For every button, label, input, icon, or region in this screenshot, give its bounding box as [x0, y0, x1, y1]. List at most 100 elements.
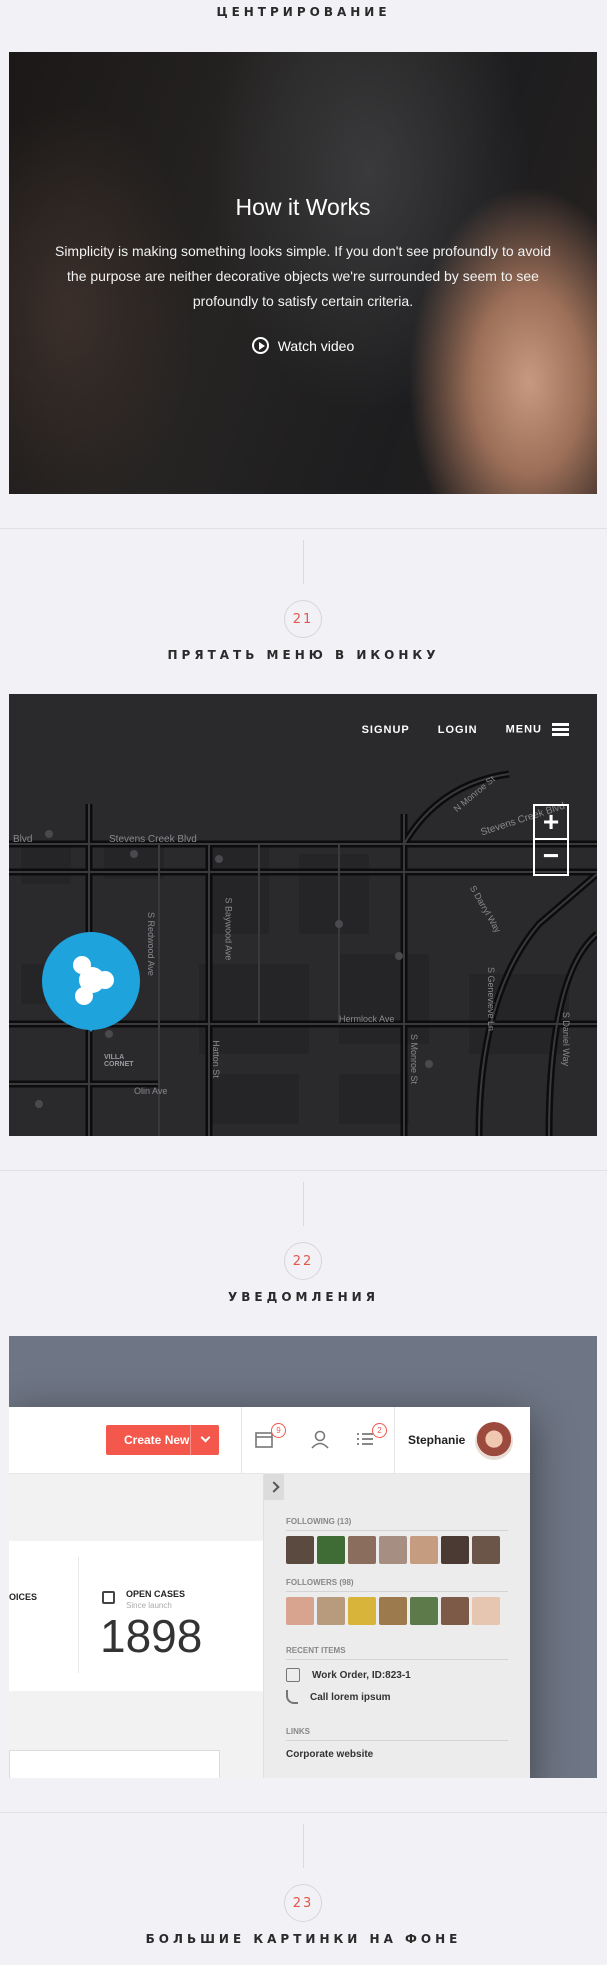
- map-label-monroe-s: S Monroe St: [409, 1033, 420, 1085]
- recent-item-label: Work Order, ID:823-1: [312, 1669, 411, 1681]
- map-label-stevens-creek-left: Stevens Creek Blvd: [109, 834, 197, 845]
- topbar-divider: [394, 1407, 395, 1474]
- connector-line: [303, 1182, 304, 1226]
- location-pin[interactable]: [42, 932, 140, 1032]
- username[interactable]: Stephanie: [408, 1433, 465, 1447]
- profile-button[interactable]: [310, 1429, 334, 1453]
- watch-video-link[interactable]: Watch video: [9, 337, 597, 354]
- section-number-23: 23: [284, 1884, 322, 1922]
- connector-line: [303, 540, 304, 584]
- avatar[interactable]: [472, 1597, 500, 1625]
- avatar[interactable]: [441, 1536, 469, 1564]
- divider: [286, 1591, 508, 1592]
- map-label-blvd: Blvd: [13, 834, 33, 845]
- phone-icon: [286, 1690, 298, 1704]
- topbar-divider: [241, 1407, 242, 1474]
- followers-avatars: [286, 1597, 500, 1625]
- create-new-button[interactable]: Create New: [106, 1425, 219, 1455]
- avatar[interactable]: [410, 1597, 438, 1625]
- links-heading: LINKS: [286, 1727, 310, 1736]
- hero-title: How it Works: [235, 194, 371, 220]
- section-title-hide-menu: ПРЯТАТЬ МЕНЮ В ИКОНКУ: [167, 648, 440, 662]
- divider: [286, 1740, 508, 1741]
- divider: [286, 1530, 508, 1531]
- divider: [0, 1170, 607, 1171]
- play-circle-icon: [251, 337, 269, 354]
- map-label-villa: VILLA CORNET: [104, 1054, 134, 1068]
- stat-divider: [78, 1557, 79, 1673]
- hamburger-icon: [552, 723, 569, 736]
- hero-description: Simplicity is making something looks sim…: [54, 243, 552, 309]
- open-cases-value: 1898: [100, 1610, 203, 1662]
- divider: [0, 528, 607, 529]
- stats-card: OICES OPEN CASES Since launch 1898: [9, 1541, 263, 1691]
- map-label-hatton: Hatton St: [210, 1040, 221, 1078]
- connector-line: [303, 1824, 304, 1868]
- map-roads: [9, 694, 597, 1136]
- avatar[interactable]: [317, 1536, 345, 1564]
- avatar[interactable]: [286, 1597, 314, 1625]
- section-number-21: 21: [284, 600, 322, 638]
- tasks-button[interactable]: 2: [355, 1423, 387, 1453]
- layers-icon: [286, 1668, 300, 1682]
- zoom-out-button[interactable]: −: [535, 840, 567, 874]
- map-label-daniel: S Daniel Way: [561, 1011, 572, 1067]
- tasks-badge: 2: [372, 1423, 387, 1438]
- avatar[interactable]: [410, 1536, 438, 1564]
- recent-item[interactable]: Call lorem ipsum: [286, 1690, 391, 1704]
- open-cases-label: OPEN CASES: [126, 1589, 186, 1599]
- notifications-mockup: Create New 9 2 Stephanie OICES OPEN CASE…: [9, 1336, 597, 1778]
- watch-video-label: Watch video: [277, 337, 355, 354]
- search-input[interactable]: [9, 1750, 220, 1778]
- chevron-down-icon: [200, 1432, 211, 1443]
- avatar[interactable]: [348, 1597, 376, 1625]
- signup-link[interactable]: SIGNUP: [362, 724, 410, 736]
- button-separator: [190, 1425, 191, 1455]
- zoom-control: + −: [533, 804, 569, 876]
- avatar[interactable]: [379, 1536, 407, 1564]
- following-heading: FOLLOWING (13): [286, 1517, 352, 1526]
- map-nav: SIGNUP LOGIN MENU: [362, 723, 569, 736]
- divider: [286, 1659, 508, 1660]
- avatar[interactable]: [441, 1597, 469, 1625]
- avatar[interactable]: [473, 1420, 515, 1462]
- recent-items-heading: RECENT ITEMS: [286, 1646, 346, 1655]
- avatar[interactable]: [286, 1536, 314, 1564]
- map-label-baywood: S Baywood Ave: [223, 897, 234, 961]
- map-label-genevieve: S Genevieve Ln: [486, 966, 497, 1032]
- zoom-in-button[interactable]: +: [535, 806, 567, 840]
- logo-icon: [73, 956, 114, 1005]
- app-topbar: Create New 9 2 Stephanie: [9, 1407, 530, 1474]
- following-avatars: [286, 1536, 500, 1564]
- avatar[interactable]: [317, 1597, 345, 1625]
- avatar[interactable]: [472, 1536, 500, 1564]
- stat-label-invoices: OICES: [9, 1592, 38, 1602]
- menu-label: MENU: [505, 723, 542, 736]
- calendar-badge: 9: [271, 1423, 286, 1438]
- map-view[interactable]: Stevens Creek Blvd Stevens Creek Blvd Bl…: [9, 694, 597, 1136]
- map-label-hermlock: Hermlock Ave: [339, 1014, 395, 1024]
- menu-button[interactable]: MENU: [506, 723, 569, 736]
- login-link[interactable]: LOGIN: [438, 724, 478, 736]
- avatar[interactable]: [348, 1536, 376, 1564]
- section-number-22: 22: [284, 1242, 322, 1280]
- right-panel: FOLLOWING (13) FOLLOWERS (98) RECENT ITE…: [263, 1474, 530, 1778]
- map-label-redwood: S Redwood Ave: [145, 912, 156, 976]
- cases-icon: [102, 1591, 115, 1604]
- calendar-button[interactable]: 9: [254, 1423, 286, 1453]
- link-corporate-website[interactable]: Corporate website: [286, 1749, 373, 1760]
- divider: [0, 1812, 607, 1813]
- user-icon: [311, 1430, 329, 1449]
- crm-app-window: Create New 9 2 Stephanie OICES OPEN CASE…: [9, 1407, 530, 1778]
- followers-heading: FOLLOWERS (98): [286, 1578, 354, 1587]
- section-title-notifications: УВЕДОМЛЕНИЯ: [228, 1290, 379, 1304]
- recent-item-label: Call lorem ipsum: [310, 1691, 391, 1703]
- hero-banner: How it Works Simplicity is making someth…: [9, 52, 597, 494]
- section-title-centering: ЦЕНТРИРОВАНИЕ: [216, 5, 391, 19]
- collapse-panel-button[interactable]: [264, 1474, 284, 1500]
- map-label-olin: Olin Ave: [134, 1086, 168, 1096]
- avatar[interactable]: [379, 1597, 407, 1625]
- section-title-big-images: БОЛЬШИЕ КАРТИНКИ НА ФОНЕ: [145, 1932, 462, 1946]
- create-new-label: Create New: [124, 1433, 190, 1447]
- recent-item[interactable]: Work Order, ID:823-1: [286, 1668, 411, 1682]
